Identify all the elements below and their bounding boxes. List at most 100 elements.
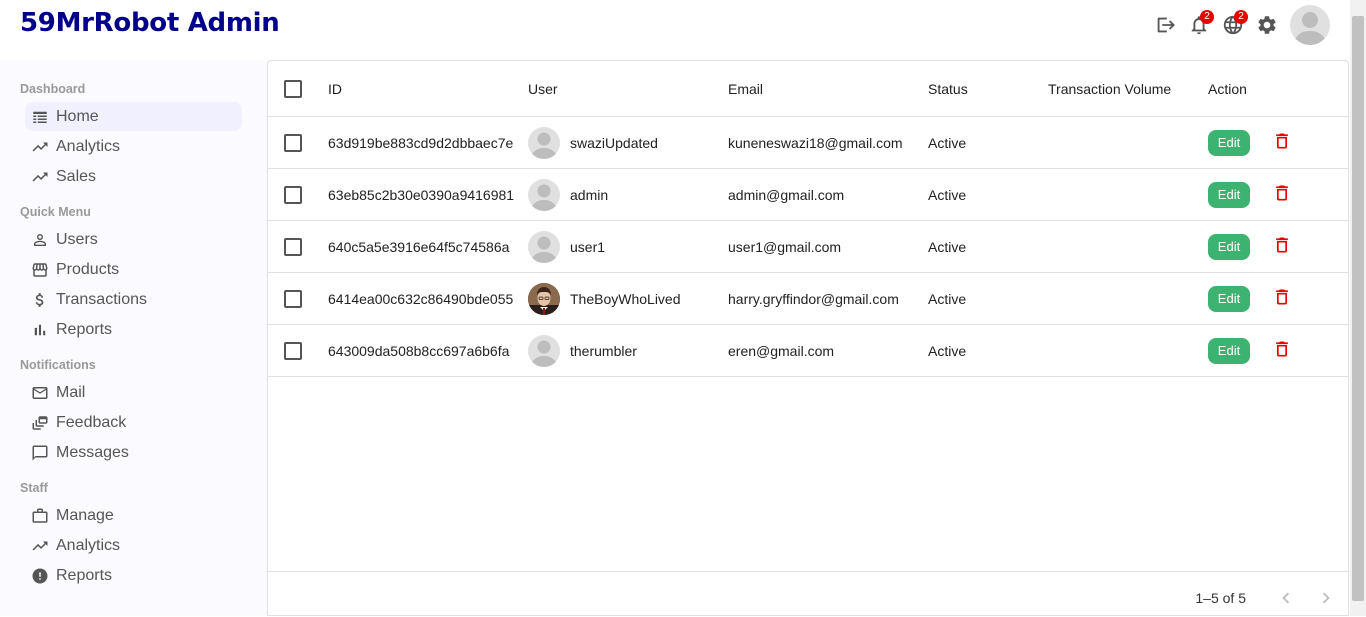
- trash-icon: [1276, 289, 1288, 305]
- header-checkbox-cell: [284, 61, 302, 116]
- column-header-status[interactable]: Status: [928, 61, 968, 116]
- edit-button[interactable]: Edit: [1208, 181, 1250, 208]
- user-id: 6414ea00c632c86490bde055: [328, 290, 514, 307]
- table-row[interactable]: 6414ea00c632c86490bde055 TheBoyWhoLived …: [268, 273, 1348, 325]
- row-checkbox[interactable]: [284, 133, 302, 152]
- user-id: 63eb85c2b30e0390a9416981: [328, 186, 515, 203]
- sidebar-item-label: Reports: [56, 566, 113, 584]
- pagination-label: 1–5 of 5: [1195, 590, 1246, 606]
- trash-icon: [1276, 341, 1288, 357]
- person-icon: [34, 233, 46, 246]
- person-avatar-icon: [531, 184, 557, 211]
- sidebar-item-reports[interactable]: Reports: [25, 315, 242, 344]
- sidebar-item-messages[interactable]: Messages: [25, 438, 242, 467]
- row-checkbox[interactable]: [284, 237, 302, 256]
- sidebar-item-staff-reports[interactable]: Reports: [25, 561, 242, 590]
- sidebar-item-staff-analytics[interactable]: Analytics: [25, 531, 242, 560]
- edit-button[interactable]: Edit: [1208, 285, 1250, 312]
- user-photo-avatar: [528, 282, 560, 315]
- timeline-icon: [32, 541, 48, 550]
- delete-button[interactable]: [1272, 235, 1292, 258]
- user-cell: admin: [528, 169, 608, 220]
- table-row[interactable]: 643009da508b8cc697a6b6fa therumbler eren…: [268, 325, 1348, 377]
- delete-button[interactable]: [1272, 287, 1292, 310]
- user-status: Active: [928, 290, 967, 307]
- profile-avatar[interactable]: [1290, 5, 1330, 45]
- chat-bubble-icon: [32, 445, 48, 460]
- sidebar-item-label: Users: [56, 230, 98, 248]
- user-photo: [528, 282, 560, 315]
- row-checkbox[interactable]: [284, 341, 302, 360]
- edit-button[interactable]: Edit: [1208, 233, 1250, 260]
- sidebar-item-users[interactable]: Users: [25, 225, 242, 254]
- sidebar-item-label: Manage: [56, 506, 114, 524]
- sidebar-item-home[interactable]: Home: [25, 102, 242, 131]
- action-cell: Edit: [1208, 169, 1292, 220]
- notifications-badge: 2: [1200, 10, 1214, 24]
- sidebar-item-label: Reports: [56, 320, 113, 338]
- row-checkbox-cell: [284, 117, 302, 168]
- section-title-notifications: Notifications: [20, 358, 96, 372]
- edit-button[interactable]: Edit: [1208, 337, 1250, 364]
- column-header-transaction-volume[interactable]: Transaction Volume: [1048, 61, 1171, 116]
- previous-page-button[interactable]: [1274, 586, 1298, 610]
- user-avatar: [528, 230, 560, 263]
- user-cell: swaziUpdated: [528, 117, 658, 168]
- next-page-button[interactable]: [1314, 586, 1338, 610]
- delete-button[interactable]: [1272, 183, 1292, 206]
- trash-icon: [1276, 185, 1288, 201]
- user-email: kuneneswazi18@gmail.com: [728, 134, 903, 151]
- delete-button[interactable]: [1272, 339, 1292, 362]
- user-email: harry.gryffindor@gmail.com: [728, 290, 899, 307]
- sidebar-item-analytics[interactable]: Analytics: [25, 132, 242, 161]
- sidebar-item-label: Transactions: [56, 290, 147, 308]
- table-row[interactable]: 63d919be883cd9d2dbbaec7e swaziUpdated ku…: [268, 117, 1348, 169]
- sidebar-item-transactions[interactable]: Transactions: [25, 285, 242, 314]
- row-checkbox[interactable]: [284, 289, 302, 308]
- select-all-checkbox[interactable]: [284, 79, 302, 98]
- trending-icon: [32, 142, 48, 151]
- users-data-grid: ID User Email Status Transaction Volume …: [267, 60, 1349, 616]
- scrollbar-thumb[interactable]: [1352, 16, 1364, 601]
- user-name: TheBoyWhoLived: [570, 290, 681, 307]
- chevron-left-icon: [1282, 592, 1290, 604]
- table-row[interactable]: 63eb85c2b30e0390a9416981 admin admin@gma…: [268, 169, 1348, 221]
- topbar: 59MrRobot Admin 2 2: [0, 0, 1350, 52]
- sidebar-item-manage[interactable]: Manage: [25, 501, 242, 530]
- action-cell: Edit: [1208, 117, 1292, 168]
- sidebar-item-mail[interactable]: Mail: [25, 378, 242, 407]
- table-row[interactable]: 640c5a5e3916e64f5c74586a user1 user1@gma…: [268, 221, 1348, 273]
- chevron-right-icon: [1322, 592, 1330, 604]
- home-icon: [33, 111, 47, 123]
- user-cell: therumbler: [528, 325, 637, 376]
- user-cell: TheBoyWhoLived: [528, 273, 681, 324]
- column-header-user[interactable]: User: [528, 61, 558, 116]
- user-email: admin@gmail.com: [728, 186, 845, 203]
- gear-icon: [1258, 16, 1276, 34]
- column-header-action[interactable]: Action: [1208, 61, 1247, 116]
- edit-button[interactable]: Edit: [1208, 129, 1250, 156]
- logout-button[interactable]: [1148, 8, 1182, 42]
- language-button[interactable]: 2: [1216, 8, 1250, 42]
- sidebar-item-feedback[interactable]: Feedback: [25, 408, 242, 437]
- sidebar-item-products[interactable]: Products: [25, 255, 242, 284]
- person-avatar-icon: [531, 132, 557, 159]
- user-avatar: [528, 126, 560, 159]
- settings-button[interactable]: [1250, 8, 1284, 42]
- row-checkbox-cell: [284, 169, 302, 220]
- page-scrollbar[interactable]: [1350, 0, 1366, 616]
- column-header-email[interactable]: Email: [728, 61, 763, 116]
- user-cell: user1: [528, 221, 605, 272]
- bar-chart-icon: [34, 324, 46, 335]
- sidebar-item-label: Analytics: [56, 137, 121, 155]
- notifications-button[interactable]: 2: [1182, 8, 1216, 42]
- delete-button[interactable]: [1272, 131, 1292, 154]
- action-cell: Edit: [1208, 221, 1292, 272]
- person-avatar-icon: [531, 340, 557, 367]
- column-header-id[interactable]: ID: [328, 61, 342, 116]
- sidebar-item-sales[interactable]: Sales: [25, 162, 242, 191]
- sidebar-item-label: Feedback: [56, 413, 127, 431]
- sidebar: Dashboard Home Analytics Sales Quick Men…: [0, 60, 267, 616]
- row-checkbox[interactable]: [284, 185, 302, 204]
- app-logo[interactable]: 59MrRobot Admin: [20, 8, 280, 38]
